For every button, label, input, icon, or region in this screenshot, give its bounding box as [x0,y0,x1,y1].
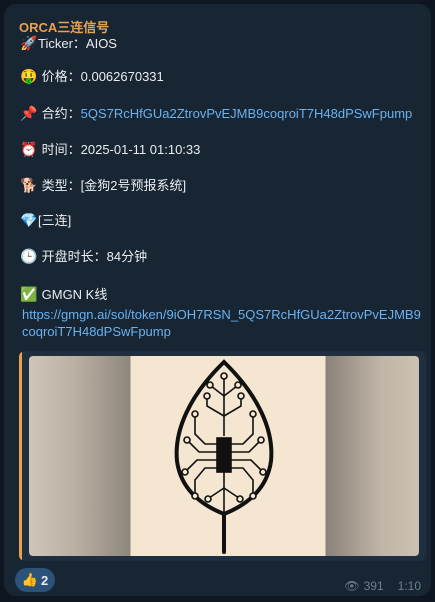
sender-name[interactable]: ORCA三连信号 [19,17,109,36]
message-meta: 👁 391 1:10 [344,579,421,593]
ticker-text: Ticker：AIOS [38,36,117,51]
reaction-count: 2 [40,572,49,588]
type-text: 类型：[金狗2号预报系统] [41,178,187,193]
time-text: 时间：2025-01-11 01:10:33 [41,142,201,157]
message-time: 1:10 [397,579,421,593]
preview-accent-bar [19,351,22,561]
pin-icon: 📌 [20,106,38,122]
gmgn-label: GMGN K线 [41,287,108,302]
combo-text: [三连] [38,213,72,228]
clock-icon: 🕒 [20,249,38,265]
ticker-line: 🚀Ticker：AIOS [20,35,117,53]
price-line: 🤑 价格：0.0062670331 [20,68,164,86]
thumbs-up-icon: 👍 [21,572,38,588]
preview-image[interactable] [29,356,419,556]
alarm-clock-icon: ⏰ [20,142,38,158]
type-line: 🐕 类型：[金狗2号预报系统] [20,177,186,195]
view-count: 391 [363,579,384,593]
contract-address-link[interactable]: 5QS7RcHfGUa2ZtrovPvEJMB9coqroiT7H48dPSwF… [81,106,413,121]
rocket-icon: 🚀 [20,36,38,52]
time-line: ⏰ 时间：2025-01-11 01:10:33 [20,141,200,159]
duration-line: 🕒 开盘时长：84分钟 [20,248,147,266]
reaction-thumbs-up[interactable]: 👍 2 [15,568,55,592]
gmgn-link[interactable]: https://gmgn.ai/sol/token/9iOH7RSN_5QS7R… [22,306,427,340]
contract-prefix: 合约： [41,106,81,121]
message-bubble: ORCA三连信号 🚀Ticker：AIOS 🤑 价格：0.0062670331 … [4,4,431,596]
circuit-leaf-logo [174,359,274,554]
diamond-icon: 💎 [20,213,38,229]
combo-line: 💎[三连] [20,212,71,230]
link-preview[interactable] [19,351,426,561]
gmgn-line: ✅ GMGN K线 [20,286,107,304]
dog-icon: 🐕 [20,178,38,194]
money-face-icon: 🤑 [20,69,38,85]
duration-text: 开盘时长：84分钟 [41,249,148,264]
check-icon: ✅ [20,287,38,303]
price-text: 价格：0.0062670331 [41,69,164,84]
contract-line: 📌 合约：5QS7RcHfGUa2ZtrovPvEJMB9coqroiT7H48… [20,105,412,123]
eye-icon: 👁 [344,579,360,593]
